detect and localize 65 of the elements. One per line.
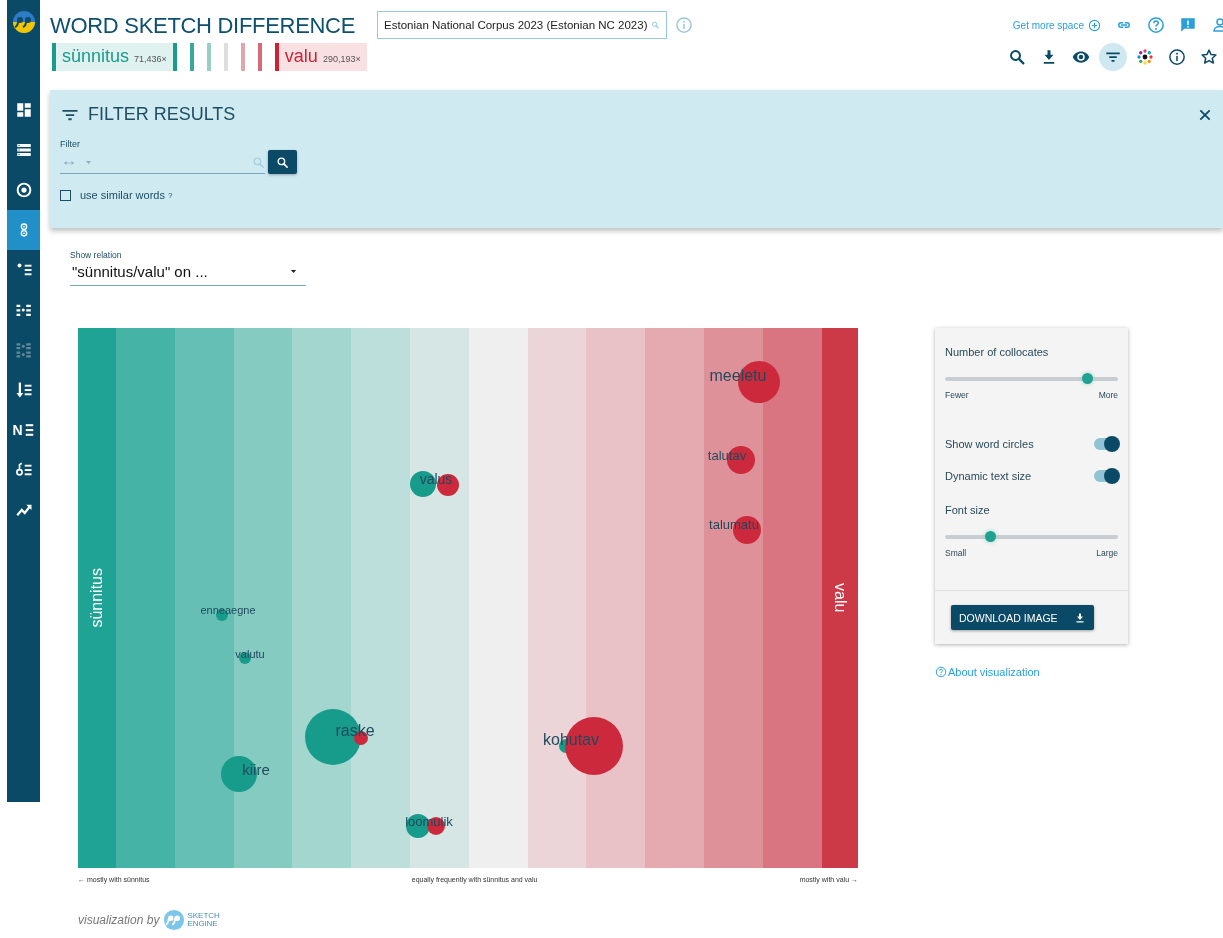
slider-label: Font size xyxy=(945,504,991,516)
word-legend: valu 290,193× xyxy=(274,43,367,71)
list-icon xyxy=(14,141,33,159)
tag-list-icon xyxy=(14,461,33,479)
slider-label: Number of collocates xyxy=(945,346,1050,358)
logo-icon xyxy=(163,909,186,931)
scale-bar xyxy=(172,43,177,71)
toolbar-button[interactable] xyxy=(1099,43,1127,71)
dashboard-icon xyxy=(14,101,33,119)
search-icon xyxy=(1008,48,1026,66)
relation-label: Show relation xyxy=(70,250,123,260)
page-title: WORD SKETCH DIFFERENCE xyxy=(50,13,356,39)
collocate-label: valus xyxy=(419,472,453,486)
plus-circle-icon xyxy=(1088,18,1101,32)
scale-bar xyxy=(240,43,245,71)
checkbox[interactable] xyxy=(60,189,71,201)
slider-thumb[interactable] xyxy=(984,531,996,542)
logo-text: SKETCH ENGiNE xyxy=(187,912,220,928)
collocate-label: valutu xyxy=(235,648,265,660)
feedback-icon[interactable] xyxy=(1179,16,1197,34)
slider-min-label: Small xyxy=(945,548,967,558)
caret-icon xyxy=(289,267,298,276)
color-wheel-icon xyxy=(1136,48,1154,66)
word-legend: sünnitus 71,436× xyxy=(52,43,173,71)
download-image-button[interactable]: DOWNLOAD IMAGE xyxy=(951,605,1094,630)
slider-max-label: Large xyxy=(1096,548,1118,558)
toggle-label: Show word circles xyxy=(945,438,1034,450)
help-icon xyxy=(935,666,947,678)
credit-text: visualization by xyxy=(78,914,160,926)
toggle-label: Dynamic text size xyxy=(945,470,1032,482)
scale-bar xyxy=(189,43,194,71)
checkbox-label: use similar words xyxy=(80,189,165,201)
sidebar-item[interactable]: N xyxy=(7,410,40,450)
star-icon xyxy=(1200,48,1218,66)
help-hint[interactable]: ? xyxy=(167,190,173,200)
dot-grid-icon xyxy=(14,341,33,359)
collocate-label: talutav xyxy=(707,448,747,462)
collocate-label: enneaegne xyxy=(200,604,256,616)
search-icon xyxy=(276,155,289,169)
help-icon[interactable] xyxy=(1147,16,1165,34)
search-button[interactable] xyxy=(268,150,297,174)
toggle-switch[interactable] xyxy=(1094,438,1118,450)
slider-thumb[interactable] xyxy=(1081,373,1093,384)
arrow-down-list-icon xyxy=(14,381,33,399)
eye-icon xyxy=(1072,48,1090,66)
slider-max-label: More xyxy=(1098,390,1118,400)
field-label: Filter xyxy=(60,139,81,149)
info-icon xyxy=(1168,48,1186,66)
collocate-label: talumatu xyxy=(709,517,759,531)
corpus-field[interactable]: Estonian National Corpus 2023 (Estonian NC 2023) xyxy=(377,11,668,39)
panel-title: FILTER RESULTS xyxy=(88,104,236,125)
collocate-label: meeletu xyxy=(709,368,767,384)
axis-word-label: sünnitus xyxy=(88,568,106,628)
relation-select[interactable]: "sünnitus/valu" on ... xyxy=(70,260,306,286)
target-icon xyxy=(14,181,33,199)
toggle-switch[interactable] xyxy=(1094,470,1118,482)
scale-bar xyxy=(206,43,211,71)
scale-bar xyxy=(257,43,262,71)
collocate-label: loomulik xyxy=(405,814,453,828)
search-icon xyxy=(252,156,265,169)
caret-icon xyxy=(84,158,93,167)
slider-min-label: Fewer xyxy=(945,390,969,400)
logo-icon[interactable] xyxy=(11,10,36,34)
axis-word-label: valu xyxy=(831,583,850,613)
scale-bar xyxy=(223,43,228,71)
